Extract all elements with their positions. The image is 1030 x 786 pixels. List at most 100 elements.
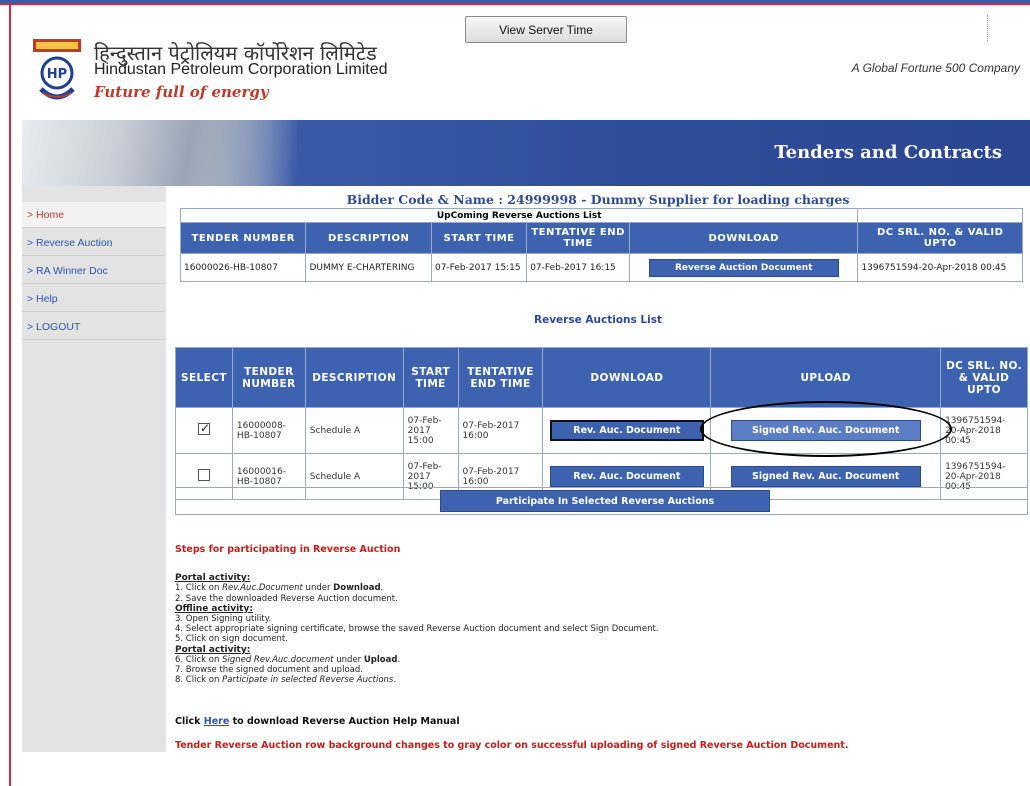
dc-serial: 1396751594- 20-Apr-2018 00:45	[940, 407, 1028, 454]
step-3: 3. Open Signing utility.	[175, 614, 272, 625]
instructions: Steps for participating in Reverse Aucti…	[175, 544, 1015, 685]
step-text: 1. Click on	[175, 583, 223, 594]
steps-title: Steps for participating in Reverse Aucti…	[175, 544, 401, 555]
portal-activity-heading: Portal activity:	[175, 644, 251, 655]
tender-number-part: HB-10807	[236, 430, 282, 441]
col-select: SELECT	[175, 347, 233, 408]
description: Schedule A	[304, 407, 404, 454]
step-text: 8. Click on	[175, 675, 223, 686]
step-8: 8. Click on Participate in selected Reve…	[175, 675, 1015, 685]
tender-number-part: HB-10807	[236, 476, 282, 487]
step-text: Signed Rev.Auc.document	[222, 654, 334, 665]
select-checkbox[interactable]	[197, 421, 210, 435]
dc-serial: 1396751594-20-Apr-2018 00:45	[857, 253, 1023, 282]
reverse-auctions-list-title: Reverse Auctions List	[534, 314, 662, 326]
portal-activity-heading: Portal activity:	[175, 573, 251, 584]
sidebar-item-help[interactable]: > Help	[22, 286, 166, 312]
sidebar-item-reverse-auction[interactable]: > Reverse Auction	[22, 230, 166, 256]
end-time: 07-Feb-2017 16:15	[526, 253, 631, 282]
col-end-time: TENTATIVE END TIME	[526, 222, 631, 254]
view-server-time-button[interactable]: View Server Time	[465, 16, 627, 43]
description: DUMMY E-CHARTERING	[305, 253, 432, 282]
step-text: Download	[333, 583, 381, 594]
tender-number-part: 16000008-	[236, 420, 286, 431]
step-text: .	[397, 654, 401, 665]
select-checkbox[interactable]	[197, 469, 210, 481]
start-time-part: 2017	[407, 425, 431, 436]
select-cell	[175, 407, 233, 454]
upcoming-caption: UpComing Reverse Auctions List	[179, 208, 859, 223]
bidder-info: Bidder Code & Name : 24999998 - Dummy Su…	[346, 192, 850, 207]
reverse-auction-document-button[interactable]: Reverse Auction Document	[648, 258, 839, 277]
highlight-annotation-oval	[700, 401, 952, 457]
dc-serial-part: 20-Apr-2018	[945, 425, 1001, 436]
col-tender-number: TENDER NUMBER	[231, 347, 306, 408]
left-border	[9, 5, 11, 786]
step-7: 7. Browse the signed document and upload…	[175, 665, 363, 676]
col-upload: UPLOAD	[710, 347, 942, 408]
start-time-part: 07-Feb-	[407, 461, 442, 472]
help-manual-link[interactable]: Here	[204, 716, 230, 727]
step-text: Rev.Auc.Document	[222, 583, 303, 594]
help-text: to download Reverse Auction Help Manual	[229, 716, 460, 727]
fortune-text: A Global Fortune 500 Company	[851, 61, 1020, 75]
col-end-time: TENTATIVE END TIME	[457, 347, 544, 408]
step-text: 6. Click on	[175, 654, 223, 665]
participate-button[interactable]: Participate In Selected Reverse Auctions	[440, 490, 770, 512]
sidebar-item-ra-winner-doc[interactable]: > RA Winner Doc	[22, 258, 166, 284]
offline-activity-heading: Offline activity:	[175, 603, 253, 614]
step-text: under	[333, 654, 364, 665]
divider	[987, 15, 989, 41]
end-time: 07-Feb-2017 16:00	[457, 407, 544, 454]
step-text: .	[380, 583, 384, 594]
rev-auc-document-button[interactable]: Rev. Auc. Document	[549, 466, 704, 487]
start-time-part: 07-Feb-	[407, 415, 442, 426]
step-text: .	[393, 675, 397, 686]
start-time: 07-Feb-2017 15:15	[430, 253, 528, 282]
download-cell: Rev. Auc. Document	[542, 407, 712, 454]
status-note: Tender Reverse Auction row background ch…	[175, 740, 849, 751]
step-6: 6. Click on Signed Rev.Auc.document unde…	[175, 655, 1015, 665]
col-start-time: START TIME	[430, 222, 528, 254]
help-manual-line: Click Here to download Reverse Auction H…	[175, 716, 460, 727]
step-text: under	[302, 583, 334, 594]
start-time-part: 15:00	[407, 435, 434, 446]
col-start-time: START TIME	[402, 347, 459, 408]
sidebar: > Home > Reverse Auction > RA Winner Doc…	[22, 186, 166, 752]
step-4: 4. Select appropriate signing certificat…	[175, 624, 659, 635]
col-dc-serial: DC SRL. NO. & VALID UPTO	[940, 347, 1028, 408]
upcoming-caption-empty	[857, 208, 1023, 223]
step-5: 5. Click on sign document.	[175, 634, 288, 645]
start-time: 07-Feb- 2017 15:00	[402, 407, 459, 454]
help-text: Click	[175, 716, 204, 727]
step-text: Participate in selected Reverse Auctions	[222, 675, 394, 686]
svg-text:HP: HP	[47, 67, 67, 82]
dc-serial-part: 20-Apr-2018	[945, 471, 1001, 482]
participate-row: Participate In Selected Reverse Auctions	[175, 487, 1028, 515]
end-time-part: 16:00	[462, 476, 489, 487]
banner-image	[22, 120, 297, 186]
dc-serial-part: 00:45	[945, 435, 972, 446]
signed-rev-auc-document-button[interactable]: Signed Rev. Auc. Document	[730, 466, 921, 487]
company-name: Hindustan Petroleum Corporation Limited	[94, 61, 388, 78]
header: HP हिन्दुस्तान पेट्रोलियम कॉर्पोरेशन लिम…	[11, 5, 1030, 120]
tender-number: 16000026-HB-10807	[179, 253, 307, 282]
step-2: 2. Save the downloaded Reverse Auction d…	[175, 593, 398, 604]
sidebar-item-home[interactable]: > Home	[22, 202, 166, 228]
col-description: DESCRIPTION	[304, 347, 404, 408]
end-time-part: 07-Feb-2017	[462, 420, 520, 431]
col-tender-number: TENDER NUMBER	[179, 222, 307, 254]
start-time-part: 2017	[407, 471, 431, 482]
col-dc-serial: DC SRL. NO. & VALID UPTO	[857, 222, 1023, 254]
step-text: Upload	[363, 654, 398, 665]
dc-serial-part: 1396751594-	[945, 415, 1006, 426]
step-1: 1. Click on Rev.Auc.Document under Downl…	[175, 583, 1015, 593]
tagline: Future full of energy	[94, 83, 269, 101]
tender-number: 16000008- HB-10807	[231, 407, 306, 454]
rev-auc-document-button[interactable]: Rev. Auc. Document	[549, 420, 704, 441]
end-time-part: 07-Feb-2017	[462, 466, 520, 477]
tender-number-part: 16000016-	[236, 466, 286, 477]
download-cell: Reverse Auction Document	[629, 253, 859, 282]
sidebar-item-logout[interactable]: > LOGOUT	[22, 314, 166, 340]
col-download: DOWNLOAD	[629, 222, 859, 254]
